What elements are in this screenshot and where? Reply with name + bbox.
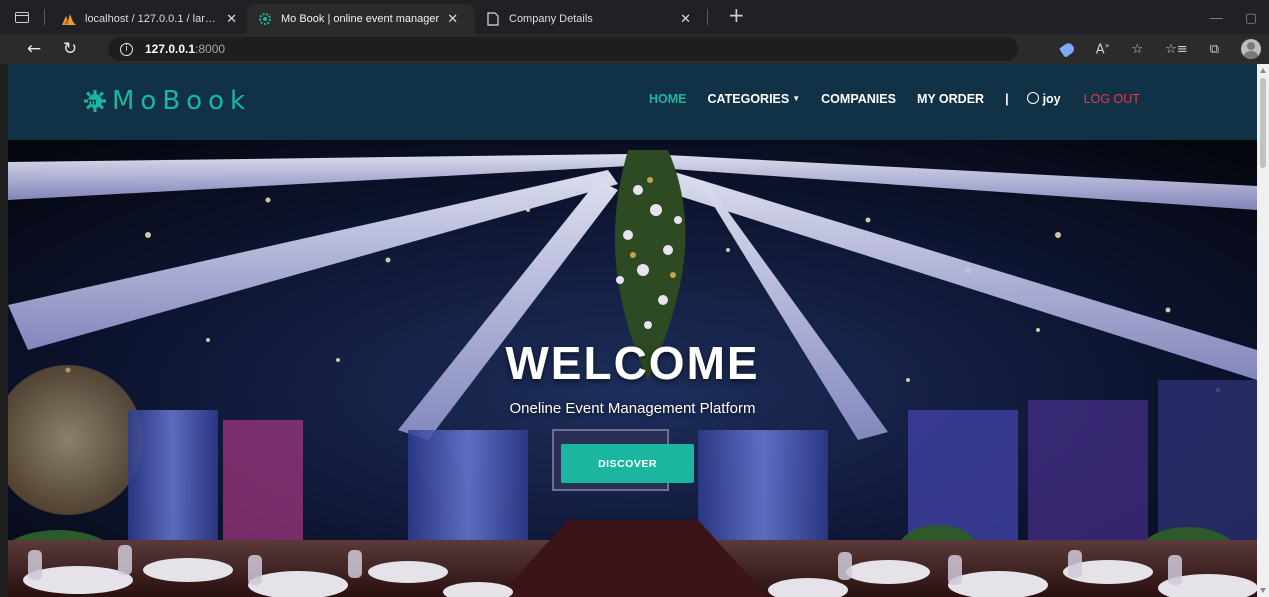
tab-actions-icon bbox=[15, 11, 29, 23]
scroll-up-icon[interactable] bbox=[1260, 68, 1266, 73]
nav-user-name: joy bbox=[1042, 92, 1061, 106]
main-nav: HOME CATEGORIES ▼ COMPANIES MY ORDER | jo… bbox=[649, 92, 1140, 106]
tab-phpmyadmin[interactable]: localhost / 127.0.0.1 / laravel / da ✕ bbox=[51, 4, 247, 34]
nav-companies[interactable]: COMPANIES bbox=[821, 92, 896, 106]
nav-categories[interactable]: CATEGORIES ▼ bbox=[708, 92, 801, 106]
nav-logout[interactable]: LOG OUT bbox=[1084, 92, 1140, 106]
reload-icon[interactable]: ↻ bbox=[52, 35, 88, 63]
new-tab-button[interactable]: + bbox=[728, 3, 745, 27]
tab-separator bbox=[707, 9, 708, 25]
nav-home[interactable]: HOME bbox=[649, 92, 687, 106]
tab-label: Mo Book | online event manager bbox=[281, 13, 440, 25]
back-arrow-icon[interactable]: ← bbox=[16, 35, 52, 63]
document-icon bbox=[485, 12, 501, 26]
address-bar[interactable]: i 127.0.0.1:8000 bbox=[108, 37, 1018, 61]
browser-tab-strip: localhost / 127.0.0.1 / laravel / da ✕ M… bbox=[0, 0, 1269, 34]
page-scrollbar[interactable] bbox=[1257, 64, 1269, 597]
add-favorite-icon[interactable]: ☆ bbox=[1132, 42, 1144, 57]
nav-user[interactable]: joy bbox=[1026, 92, 1061, 106]
tab-separator bbox=[44, 9, 45, 25]
tab-company-details[interactable]: Company Details ✕ bbox=[475, 4, 701, 34]
hero-title: WELCOME bbox=[505, 337, 760, 389]
hero-banner: WELCOME Oneline Event Management Platfor… bbox=[8, 140, 1257, 597]
url-port: :8000 bbox=[195, 42, 226, 56]
site-header: m MoBook HOME CATEGORIES ▼ COMPANIES MY O… bbox=[8, 64, 1257, 140]
mobook-favicon-icon bbox=[257, 12, 273, 26]
site-logo[interactable]: m MoBook bbox=[84, 86, 251, 116]
hero-subtitle: Oneline Event Management Platform bbox=[509, 400, 756, 417]
discover-button[interactable]: DISCOVER bbox=[561, 444, 694, 483]
tab-label: Company Details bbox=[509, 13, 593, 25]
minimize-icon[interactable]: — bbox=[1210, 10, 1223, 26]
tab-actions-button[interactable] bbox=[0, 0, 44, 34]
close-tab-icon[interactable]: ✕ bbox=[226, 12, 237, 27]
nav-categories-label: CATEGORIES bbox=[707, 92, 790, 106]
coupon-tag-icon[interactable] bbox=[1058, 40, 1076, 58]
scroll-down-icon[interactable] bbox=[1260, 588, 1266, 593]
read-aloud-icon[interactable]: A» bbox=[1096, 41, 1110, 57]
close-tab-icon[interactable]: ✕ bbox=[447, 12, 458, 27]
profile-avatar-icon[interactable] bbox=[1241, 39, 1261, 59]
tab-label: localhost / 127.0.0.1 / laravel / da bbox=[85, 13, 218, 25]
brand-name: MoBook bbox=[112, 86, 252, 116]
nav-separator: | bbox=[1005, 92, 1009, 106]
nav-my-order[interactable]: MY ORDER bbox=[917, 92, 984, 106]
caret-down-icon: ▼ bbox=[792, 94, 801, 103]
phpmyadmin-icon bbox=[61, 12, 77, 26]
favorites-icon[interactable]: ☆≡ bbox=[1165, 42, 1188, 57]
window-controls: — ▢ bbox=[1210, 10, 1257, 26]
restore-icon[interactable]: ▢ bbox=[1245, 10, 1257, 26]
browser-toolbar: ← ↻ i 127.0.0.1:8000 A» ☆ ☆≡ ⧉ bbox=[0, 34, 1269, 64]
svg-text:m: m bbox=[87, 98, 102, 108]
user-circle-icon bbox=[1026, 92, 1039, 104]
close-tab-icon[interactable]: ✕ bbox=[680, 12, 691, 27]
url-host: 127.0.0.1 bbox=[145, 42, 196, 56]
site-info-icon[interactable]: i bbox=[120, 42, 133, 56]
scrollbar-thumb[interactable] bbox=[1260, 78, 1266, 168]
collections-icon[interactable]: ⧉ bbox=[1210, 42, 1219, 57]
page-viewport: m MoBook HOME CATEGORIES ▼ COMPANIES MY O… bbox=[8, 64, 1257, 597]
mobook-logo-icon: m bbox=[84, 90, 106, 112]
toolbar-icons: A» ☆ ☆≡ ⧉ bbox=[1058, 34, 1261, 64]
tab-mobook[interactable]: Mo Book | online event manager ✕ bbox=[247, 4, 475, 34]
